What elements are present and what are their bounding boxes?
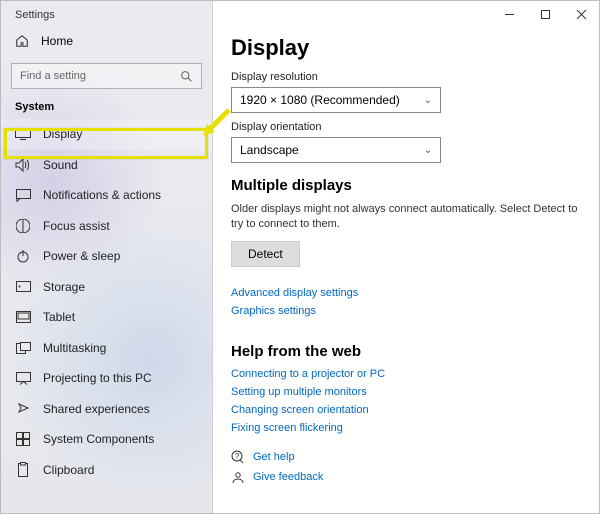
window-controls <box>491 1 599 27</box>
sidebar-item-storage[interactable]: Storage <box>1 272 212 303</box>
home-icon <box>15 34 29 48</box>
clipboard-icon <box>15 462 31 478</box>
get-help-label: Get help <box>253 451 295 463</box>
resolution-dropdown[interactable]: 1920 × 1080 (Recommended) ⌄ <box>231 87 441 113</box>
components-icon <box>15 431 31 447</box>
sidebar: Settings Home Find a setting System Disp… <box>1 1 213 513</box>
sidebar-item-label: Clipboard <box>43 463 94 477</box>
sidebar-item-label: Multitasking <box>43 341 106 355</box>
nav-home[interactable]: Home <box>1 27 212 55</box>
display-icon <box>15 126 31 142</box>
help-link[interactable]: Setting up multiple monitors <box>231 386 579 398</box>
resolution-value: 1920 × 1080 (Recommended) <box>240 93 400 107</box>
sidebar-section-label: System <box>1 97 212 117</box>
sidebar-item-display[interactable]: Display <box>1 119 212 150</box>
svg-text:?: ? <box>235 452 240 461</box>
search-input[interactable]: Find a setting <box>11 63 202 89</box>
advanced-display-settings-link[interactable]: Advanced display settings <box>231 287 579 299</box>
sidebar-item-label: System Components <box>43 432 154 446</box>
sound-icon <box>15 157 31 173</box>
sidebar-item-label: Notifications & actions <box>43 188 161 202</box>
maximize-button[interactable] <box>527 1 563 27</box>
sidebar-item-clipboard[interactable]: Clipboard <box>1 455 212 486</box>
sidebar-item-focus-assist[interactable]: Focus assist <box>1 211 212 242</box>
give-feedback-link[interactable]: Give feedback <box>231 470 579 484</box>
help-link[interactable]: Fixing screen flickering <box>231 422 579 434</box>
settings-window: Settings Home Find a setting System Disp… <box>0 0 600 514</box>
graphics-settings-link[interactable]: Graphics settings <box>231 305 579 317</box>
help-heading: Help from the web <box>231 343 579 360</box>
multiple-displays-heading: Multiple displays <box>231 177 579 194</box>
sidebar-item-label: Projecting to this PC <box>43 371 152 385</box>
orientation-dropdown[interactable]: Landscape ⌄ <box>231 137 441 163</box>
minimize-button[interactable] <box>491 1 527 27</box>
resolution-label: Display resolution <box>231 71 579 83</box>
sidebar-item-sound[interactable]: Sound <box>1 150 212 181</box>
sidebar-item-label: Sound <box>43 158 78 172</box>
sidebar-item-tablet[interactable]: Tablet <box>1 302 212 333</box>
detect-button[interactable]: Detect <box>231 241 300 267</box>
focus-assist-icon <box>15 218 31 234</box>
sidebar-item-multitasking[interactable]: Multitasking <box>1 333 212 364</box>
projecting-icon <box>15 370 31 386</box>
sidebar-item-label: Storage <box>43 280 85 294</box>
help-link[interactable]: Changing screen orientation <box>231 404 579 416</box>
sidebar-item-label: Tablet <box>43 310 75 324</box>
sidebar-nav: Display Sound Notifications & actions Fo… <box>1 119 212 485</box>
multitasking-icon <box>15 340 31 356</box>
sidebar-item-label: Power & sleep <box>43 249 120 263</box>
tablet-icon <box>15 309 31 325</box>
close-button[interactable] <box>563 1 599 27</box>
multiple-displays-body: Older displays might not always connect … <box>231 202 579 233</box>
sidebar-item-label: Focus assist <box>43 219 110 233</box>
chevron-down-icon: ⌄ <box>424 95 432 106</box>
notifications-icon <box>15 187 31 203</box>
orientation-value: Landscape <box>240 143 299 157</box>
give-feedback-label: Give feedback <box>253 471 323 483</box>
feedback-icon <box>231 470 245 484</box>
sidebar-item-label: Shared experiences <box>43 402 150 416</box>
get-help-link[interactable]: ? Get help <box>231 450 579 464</box>
sidebar-item-power-sleep[interactable]: Power & sleep <box>1 241 212 272</box>
page-title: Display <box>231 35 579 61</box>
search-placeholder: Find a setting <box>20 70 86 82</box>
sidebar-item-shared-experiences[interactable]: Shared experiences <box>1 394 212 425</box>
search-icon <box>180 70 193 83</box>
orientation-label: Display orientation <box>231 121 579 133</box>
chevron-down-icon: ⌄ <box>424 145 432 156</box>
sidebar-item-projecting[interactable]: Projecting to this PC <box>1 363 212 394</box>
get-help-icon: ? <box>231 450 245 464</box>
nav-home-label: Home <box>41 34 73 48</box>
storage-icon <box>15 279 31 295</box>
main-panel: Display Display resolution 1920 × 1080 (… <box>213 1 599 513</box>
help-link[interactable]: Connecting to a projector or PC <box>231 368 579 380</box>
shared-experiences-icon <box>15 401 31 417</box>
window-title: Settings <box>1 7 212 27</box>
sidebar-item-label: Display <box>43 127 82 141</box>
sidebar-item-system-components[interactable]: System Components <box>1 424 212 455</box>
power-icon <box>15 248 31 264</box>
sidebar-item-notifications[interactable]: Notifications & actions <box>1 180 212 211</box>
